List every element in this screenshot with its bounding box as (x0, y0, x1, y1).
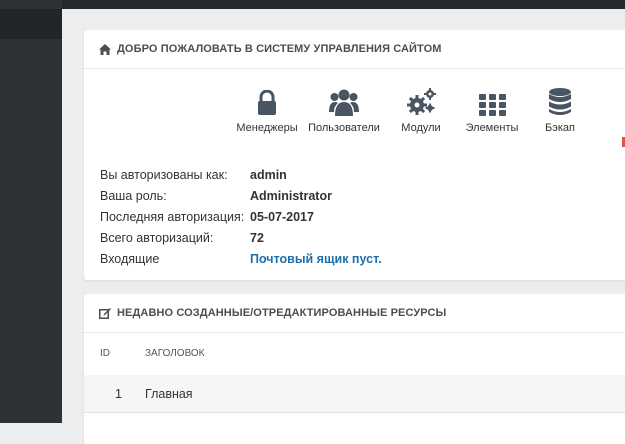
info-value-last-login: 05-07-2017 (250, 209, 314, 224)
recent-panel-header: Недавно созданные/отредактированные ресу… (84, 294, 625, 333)
info-row-user: Вы авторизованы как: admin (100, 164, 382, 185)
home-icon (99, 43, 111, 55)
recent-panel-title: Недавно созданные/отредактированные ресу… (117, 307, 447, 319)
elements-label: Элементы (465, 122, 519, 134)
edit-icon (99, 308, 111, 319)
welcome-panel-title: Добро пожаловать в систему управления са… (117, 43, 442, 55)
info-label: Вы авторизованы как: (100, 167, 228, 182)
modules-button[interactable]: Модули (390, 82, 452, 134)
main-content: Добро пожаловать в систему управления са… (62, 9, 625, 444)
elements-button[interactable]: Элементы (452, 82, 532, 134)
dashboard-buttons: Менеджеры Пользователи Модули Элементы Б… (236, 82, 588, 134)
column-header-title[interactable]: Заголовок (130, 348, 205, 359)
info-row-inbox: Входящие Почтовый ящик пуст. (100, 248, 382, 269)
user-info: Вы авторизованы как: admin Ваша роль: Ad… (100, 164, 382, 269)
welcome-panel-header: Добро пожаловать в систему управления са… (84, 30, 625, 69)
lock-icon (258, 90, 276, 115)
managers-button[interactable]: Менеджеры (236, 82, 298, 134)
sidebar (0, 0, 62, 423)
recent-resources-panel: Недавно созданные/отредактированные ресу… (84, 294, 625, 444)
users-button[interactable]: Пользователи (298, 82, 390, 134)
grid-icon (478, 94, 506, 116)
sidebar-header (0, 9, 62, 39)
info-label: Последняя авторизация: (100, 209, 245, 224)
info-value-login-count: 72 (250, 230, 264, 245)
database-icon (549, 88, 571, 115)
top-bar (0, 0, 625, 9)
info-value-role: Administrator (250, 188, 332, 203)
inbox-link[interactable]: Почтовый ящик пуст. (250, 252, 382, 266)
info-row-role: Ваша роль: Administrator (100, 185, 382, 206)
table-row[interactable]: 1 Главная (84, 375, 625, 413)
table-header: ID Заголовок (84, 332, 625, 374)
column-header-id[interactable]: ID (84, 348, 130, 359)
info-value-username: admin (250, 167, 287, 182)
info-label: Входящие (100, 251, 160, 266)
row-id: 1 (115, 386, 122, 401)
users-label: Пользователи (308, 122, 380, 134)
backup-button[interactable]: Бэкап (532, 82, 588, 134)
info-row-login-count: Всего авторизаций: 72 (100, 227, 382, 248)
info-row-last-login: Последняя авторизация: 05-07-2017 (100, 206, 382, 227)
backup-label: Бэкап (545, 122, 575, 134)
row-title[interactable]: Главная (145, 387, 193, 401)
modules-label: Модули (401, 122, 441, 134)
info-label: Всего авторизаций: (100, 230, 214, 245)
users-icon (329, 89, 359, 116)
cogs-icon (407, 88, 436, 115)
info-label: Ваша роль: (100, 188, 167, 203)
welcome-panel: Добро пожаловать в систему управления са… (84, 30, 625, 280)
managers-label: Менеджеры (236, 122, 298, 134)
